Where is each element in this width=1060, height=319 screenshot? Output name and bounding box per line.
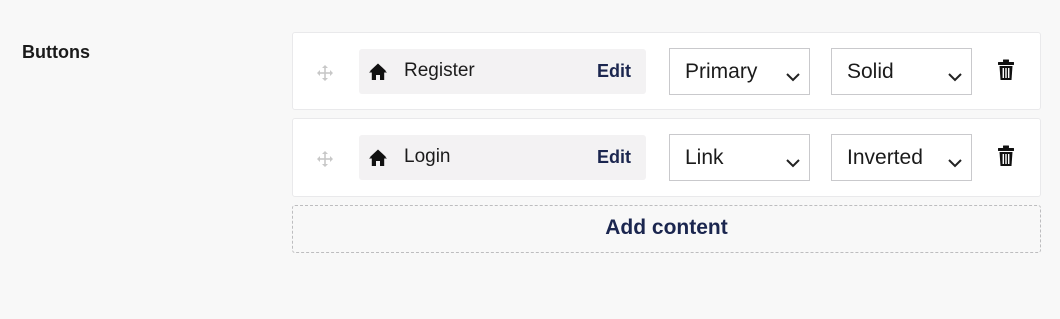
color-select-value: Link <box>685 146 724 169</box>
chevron-down-icon <box>947 151 963 168</box>
button-row-login: Login Edit Link Inverted <box>292 118 1041 197</box>
style-select[interactable]: Solid <box>831 48 972 95</box>
link-chip: Register Edit <box>359 49 646 94</box>
edit-button[interactable]: Edit <box>597 60 631 82</box>
field-label: Buttons <box>22 42 90 62</box>
button-row-register: Register Edit Primary Solid <box>292 32 1041 110</box>
edit-button[interactable]: Edit <box>597 146 631 168</box>
style-select[interactable]: Inverted <box>831 134 972 181</box>
color-select[interactable]: Link <box>669 134 810 181</box>
color-select[interactable]: Primary <box>669 48 810 95</box>
drag-handle-icon[interactable] <box>315 63 335 83</box>
trash-icon[interactable] <box>997 145 1015 167</box>
chevron-down-icon <box>947 65 963 82</box>
link-name: Login <box>404 146 451 167</box>
chevron-down-icon <box>785 151 801 168</box>
drag-handle-icon[interactable] <box>315 149 335 169</box>
style-select-value: Solid <box>847 60 894 83</box>
link-name: Register <box>404 60 475 81</box>
chevron-down-icon <box>785 65 801 82</box>
trash-icon[interactable] <box>997 59 1015 81</box>
style-select-value: Inverted <box>847 146 923 169</box>
home-icon <box>368 148 388 168</box>
home-icon <box>368 62 388 82</box>
add-content-button[interactable]: Add content <box>292 205 1041 253</box>
color-select-value: Primary <box>685 60 758 83</box>
link-chip: Login Edit <box>359 135 646 180</box>
buttons-editor: Register Edit Primary Solid Login Edit L… <box>292 32 1041 253</box>
